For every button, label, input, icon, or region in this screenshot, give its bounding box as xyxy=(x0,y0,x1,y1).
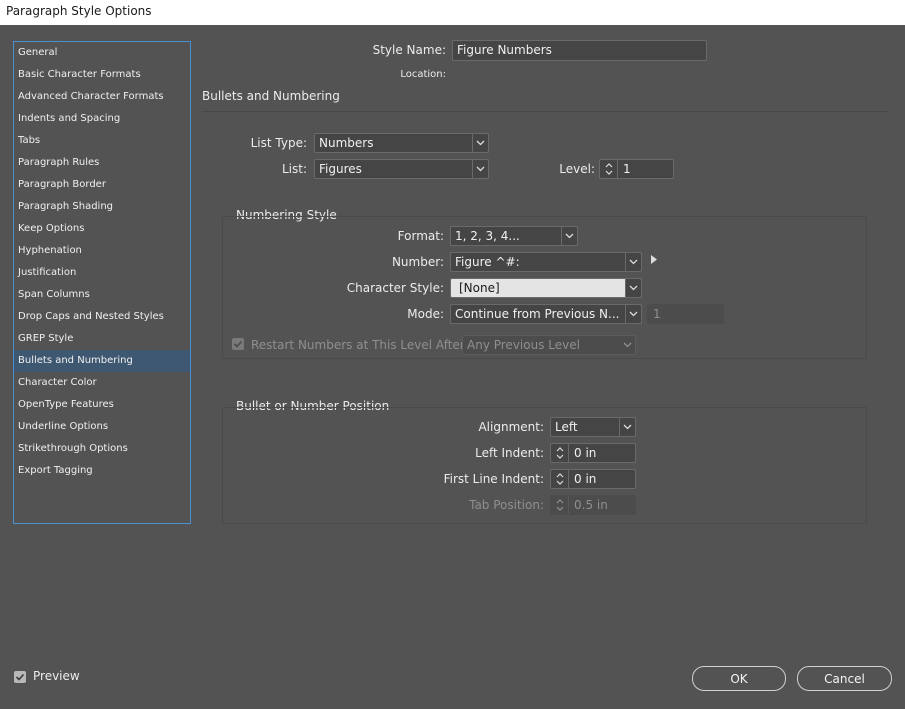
cancel-button[interactable]: Cancel xyxy=(797,666,892,691)
number-field[interactable]: Figure ^#: xyxy=(450,252,642,272)
level-spinner[interactable]: 1 xyxy=(599,159,674,179)
sidebar-item-span-columns[interactable]: Span Columns xyxy=(14,284,190,306)
preview-label[interactable]: Preview xyxy=(33,669,80,683)
sidebar-item-keep-options[interactable]: Keep Options xyxy=(14,218,190,240)
character-style-select[interactable]: [None] xyxy=(450,278,642,298)
restart-level-select: Any Previous Level xyxy=(462,335,636,355)
chevron-down-icon xyxy=(472,134,488,152)
chevron-down-icon xyxy=(625,305,641,323)
location-label: Location: xyxy=(400,69,446,80)
sidebar-item-opentype-features[interactable]: OpenType Features xyxy=(14,394,190,416)
sidebar-item-bullets-and-numbering[interactable]: Bullets and Numbering xyxy=(14,350,190,372)
style-name-label: Style Name: xyxy=(372,43,446,57)
alignment-label: Alignment: xyxy=(478,420,544,434)
list-type-value: Numbers xyxy=(319,136,374,150)
restart-numbers-checkbox xyxy=(232,338,244,350)
level-value: 1 xyxy=(623,162,631,176)
restart-level-value: Any Previous Level xyxy=(467,338,580,352)
sidebar-item-paragraph-shading[interactable]: Paragraph Shading xyxy=(14,196,190,218)
style-name-input[interactable]: Figure Numbers xyxy=(452,40,707,61)
mode-start-at-field: 1 xyxy=(647,304,724,324)
alignment-value: Left xyxy=(555,420,578,434)
position-group xyxy=(222,407,867,524)
format-value: 1, 2, 3, 4... xyxy=(455,229,520,243)
window-title-bar: Paragraph Style Options xyxy=(0,0,905,25)
mode-start-value: 1 xyxy=(653,307,661,321)
mode-label: Mode: xyxy=(407,307,444,321)
tab-position-spinner: 0.5 in xyxy=(550,495,636,515)
chevron-down-icon xyxy=(472,160,488,178)
list-type-select[interactable]: Numbers xyxy=(314,133,489,153)
list-value: Figures xyxy=(319,162,362,176)
sidebar-item-paragraph-border[interactable]: Paragraph Border xyxy=(14,174,190,196)
sidebar-item-underline-options[interactable]: Underline Options xyxy=(14,416,190,438)
sidebar-item-indents-and-spacing[interactable]: Indents and Spacing xyxy=(14,108,190,130)
chevron-down-icon xyxy=(625,279,641,297)
restart-numbers-label: Restart Numbers at This Level After: xyxy=(251,338,469,352)
first-line-indent-label: First Line Indent: xyxy=(443,472,544,486)
tab-position-value: 0.5 in xyxy=(574,498,608,512)
mode-value: Continue from Previous N... xyxy=(455,307,620,321)
sidebar-item-general[interactable]: General xyxy=(14,42,190,64)
alignment-select[interactable]: Left xyxy=(550,417,636,437)
sidebar-item-paragraph-rules[interactable]: Paragraph Rules xyxy=(14,152,190,174)
up-down-arrows-icon[interactable] xyxy=(600,160,618,178)
sidebar-item-basic-character-formats[interactable]: Basic Character Formats xyxy=(14,64,190,86)
left-indent-value: 0 in xyxy=(574,446,597,460)
sidebar-item-character-color[interactable]: Character Color xyxy=(14,372,190,394)
window-title: Paragraph Style Options xyxy=(6,4,152,18)
sidebar-item-export-tagging[interactable]: Export Tagging xyxy=(14,460,190,482)
sidebar-item-advanced-character-formats[interactable]: Advanced Character Formats xyxy=(14,86,190,108)
check-icon xyxy=(15,673,25,681)
sidebar-item-justification[interactable]: Justification xyxy=(14,262,190,284)
category-list[interactable]: General Basic Character Formats Advanced C… xyxy=(13,41,191,524)
page-title: Bullets and Numbering xyxy=(202,89,340,103)
up-down-arrows-icon[interactable] xyxy=(551,470,569,488)
character-style-label: Character Style: xyxy=(346,281,444,295)
character-style-value: [None] xyxy=(459,281,500,295)
level-label: Level: xyxy=(559,162,595,176)
number-label: Number: xyxy=(391,255,444,269)
chevron-down-icon xyxy=(625,253,641,271)
format-select[interactable]: 1, 2, 3, 4... xyxy=(450,226,578,246)
mode-select[interactable]: Continue from Previous N... xyxy=(450,304,642,324)
format-label: Format: xyxy=(397,229,444,243)
sidebar-item-tabs[interactable]: Tabs xyxy=(14,130,190,152)
tab-position-label: Tab Position: xyxy=(469,498,544,512)
sidebar-item-strikethrough-options[interactable]: Strikethrough Options xyxy=(14,438,190,460)
first-line-indent-spinner[interactable]: 0 in xyxy=(550,469,636,489)
up-down-arrows-icon xyxy=(551,496,569,514)
up-down-arrows-icon[interactable] xyxy=(551,444,569,462)
list-select[interactable]: Figures xyxy=(314,159,489,179)
sidebar-item-hyphenation[interactable]: Hyphenation xyxy=(14,240,190,262)
list-type-label: List Type: xyxy=(250,136,307,150)
first-line-indent-value: 0 in xyxy=(574,472,597,486)
left-indent-label: Left Indent: xyxy=(475,446,544,460)
chevron-down-icon xyxy=(619,418,635,436)
preview-checkbox[interactable] xyxy=(14,671,26,683)
ok-button[interactable]: OK xyxy=(692,666,786,691)
header-divider xyxy=(202,111,888,112)
list-label: List: xyxy=(281,162,307,176)
chevron-down-icon xyxy=(619,336,635,354)
number-value: Figure ^#: xyxy=(455,255,520,269)
sidebar-item-grep-style[interactable]: GREP Style xyxy=(14,328,190,350)
triangle-right-icon[interactable] xyxy=(651,253,659,264)
chevron-down-icon xyxy=(561,227,577,245)
left-indent-spinner[interactable]: 0 in xyxy=(550,443,636,463)
sidebar-item-drop-caps-and-nested-styles[interactable]: Drop Caps and Nested Styles xyxy=(14,306,190,328)
